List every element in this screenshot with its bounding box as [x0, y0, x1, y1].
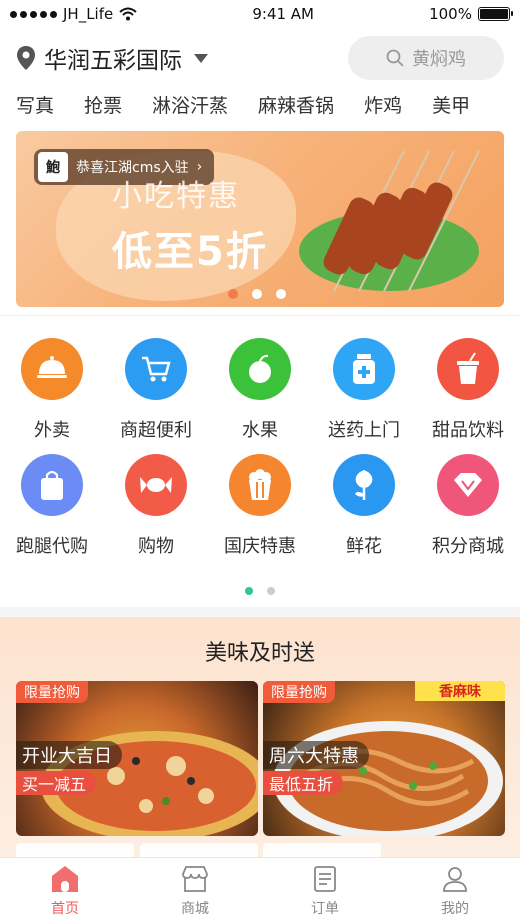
signal-icon [10, 10, 57, 18]
banner-dot[interactable] [252, 289, 262, 299]
tab-orders[interactable]: 订单 [260, 858, 390, 924]
category-drinks[interactable]: 甜品饮料 [416, 338, 520, 442]
skewer-image [299, 150, 480, 292]
store-icon [182, 866, 208, 892]
category-medicine[interactable]: 送药上门 [312, 338, 416, 442]
category-supermarket[interactable]: 商超便利 [104, 338, 208, 442]
candy-icon [125, 454, 187, 516]
flash-sale-badge: 限量抢购 [16, 681, 88, 703]
card-subtitle: 最低五折 [263, 771, 344, 795]
category-label: 鲜花 [346, 536, 382, 557]
cart-icon [125, 338, 187, 400]
clock: 9:41 AM [252, 5, 314, 23]
bag-icon [21, 454, 83, 516]
category-flowers[interactable]: 鲜花 [312, 454, 416, 558]
banner-subtitle: 小吃特惠 [112, 179, 240, 214]
tab-label: 首页 [51, 901, 79, 917]
banner-dot[interactable] [276, 289, 286, 299]
next-card-peek [263, 843, 381, 857]
tab-nails[interactable]: 美甲 [432, 91, 470, 118]
category-label: 国庆特惠 [224, 536, 296, 557]
location-selector[interactable]: 华润五彩国际 [16, 41, 208, 75]
search-input[interactable]: 黄焖鸡 [348, 36, 504, 80]
tab-label: 我的 [441, 901, 469, 917]
next-card-peek [140, 843, 258, 857]
section-title: 美味及时送 [204, 641, 315, 666]
category-label: 送药上门 [328, 420, 400, 441]
promo-banner[interactable]: 鮑 恭喜江湖cms入驻 › 小吃特惠 低至5折 [16, 131, 504, 307]
flavor-label: 香麻味 [415, 681, 505, 701]
location-label: 华润五彩国际 [44, 48, 182, 74]
category-errand[interactable]: 跑腿代购 [0, 454, 104, 558]
tab-qiangpiao[interactable]: 抢票 [84, 91, 122, 118]
home-icon [52, 866, 78, 892]
category-label: 商超便利 [120, 420, 192, 441]
pager-dot[interactable] [245, 587, 253, 595]
category-grid: 外卖 商超便利 水果 送药上门 甜品饮料 跑腿代购 购物 国庆特惠 鲜花 积分商… [0, 338, 520, 558]
delivery-section: 美味及时送 限量抢购 开业大吉日 买一减五 香麻味 限量抢购 周六大特惠 最低五… [0, 617, 520, 857]
banner-headline: 低至5折 [112, 229, 268, 275]
category-label: 水果 [242, 420, 278, 441]
tab-store[interactable]: 商城 [130, 858, 260, 924]
battery-percent: 100% [429, 5, 472, 23]
tab-label: 订单 [311, 901, 339, 917]
category-holiday-deals[interactable]: 国庆特惠 [208, 454, 312, 558]
tab-profile[interactable]: 我的 [390, 858, 520, 924]
status-right: 100% [429, 5, 513, 23]
bottom-tab-bar: 首页 商城 订单 我的 [0, 857, 520, 924]
battery-icon [477, 7, 513, 21]
profile-icon [443, 867, 467, 892]
cloche-icon [21, 338, 83, 400]
card-subtitle: 买一减五 [16, 771, 97, 795]
category-label: 外卖 [34, 420, 70, 441]
category-label: 甜品饮料 [432, 420, 504, 441]
apple-icon [229, 338, 291, 400]
category-points-mall[interactable]: 积分商城 [416, 454, 520, 558]
banner-dot[interactable] [228, 289, 238, 299]
promo-card-pizza[interactable]: 限量抢购 开业大吉日 买一减五 [16, 681, 258, 836]
promo-card-noodles[interactable]: 香麻味 限量抢购 周六大特惠 最低五折 [263, 681, 505, 836]
category-label: 积分商城 [432, 536, 504, 557]
status-bar: JH_Life 9:41 AM 100% [0, 0, 520, 28]
category-label: 跑腿代购 [16, 536, 88, 557]
flash-sale-badge: 限量抢购 [263, 681, 335, 703]
popcorn-icon [229, 454, 291, 516]
tab-xiezhen[interactable]: 写真 [16, 91, 54, 118]
order-icon [314, 866, 336, 892]
category-tabs: 写真 抢票 淋浴汗蒸 麻辣香锅 炸鸡 美甲 [0, 86, 520, 122]
tab-label: 商城 [181, 901, 209, 917]
section-gap [0, 607, 520, 617]
card-title: 周六大特惠 [263, 741, 369, 769]
tab-sauna[interactable]: 淋浴汗蒸 [152, 91, 228, 118]
carrier-label: JH_Life [63, 5, 114, 23]
medicine-icon [333, 338, 395, 400]
search-icon [386, 49, 404, 67]
category-pager [0, 587, 520, 595]
chevron-down-icon [194, 53, 208, 63]
header: 华润五彩国际 黄焖鸡 [0, 34, 520, 82]
tab-home[interactable]: 首页 [0, 858, 130, 924]
search-placeholder: 黄焖鸡 [412, 49, 466, 70]
category-fruit[interactable]: 水果 [208, 338, 312, 442]
category-takeout[interactable]: 外卖 [0, 338, 104, 442]
next-card-peek [16, 843, 134, 857]
tab-spicy-pot[interactable]: 麻辣香锅 [258, 91, 334, 118]
wifi-icon [119, 7, 137, 21]
tab-fried-chicken[interactable]: 炸鸡 [364, 91, 402, 118]
status-left: JH_Life [10, 5, 137, 23]
location-pin-icon [17, 46, 35, 70]
category-label: 购物 [138, 536, 174, 557]
divider [0, 315, 520, 316]
diamond-icon [437, 454, 499, 516]
drink-icon [437, 338, 499, 400]
shop-logo: 鮑 [38, 152, 68, 182]
flower-icon [333, 454, 395, 516]
category-shopping[interactable]: 购物 [104, 454, 208, 558]
banner-pager [228, 289, 286, 299]
pager-dot[interactable] [267, 587, 275, 595]
card-title: 开业大吉日 [16, 741, 122, 769]
